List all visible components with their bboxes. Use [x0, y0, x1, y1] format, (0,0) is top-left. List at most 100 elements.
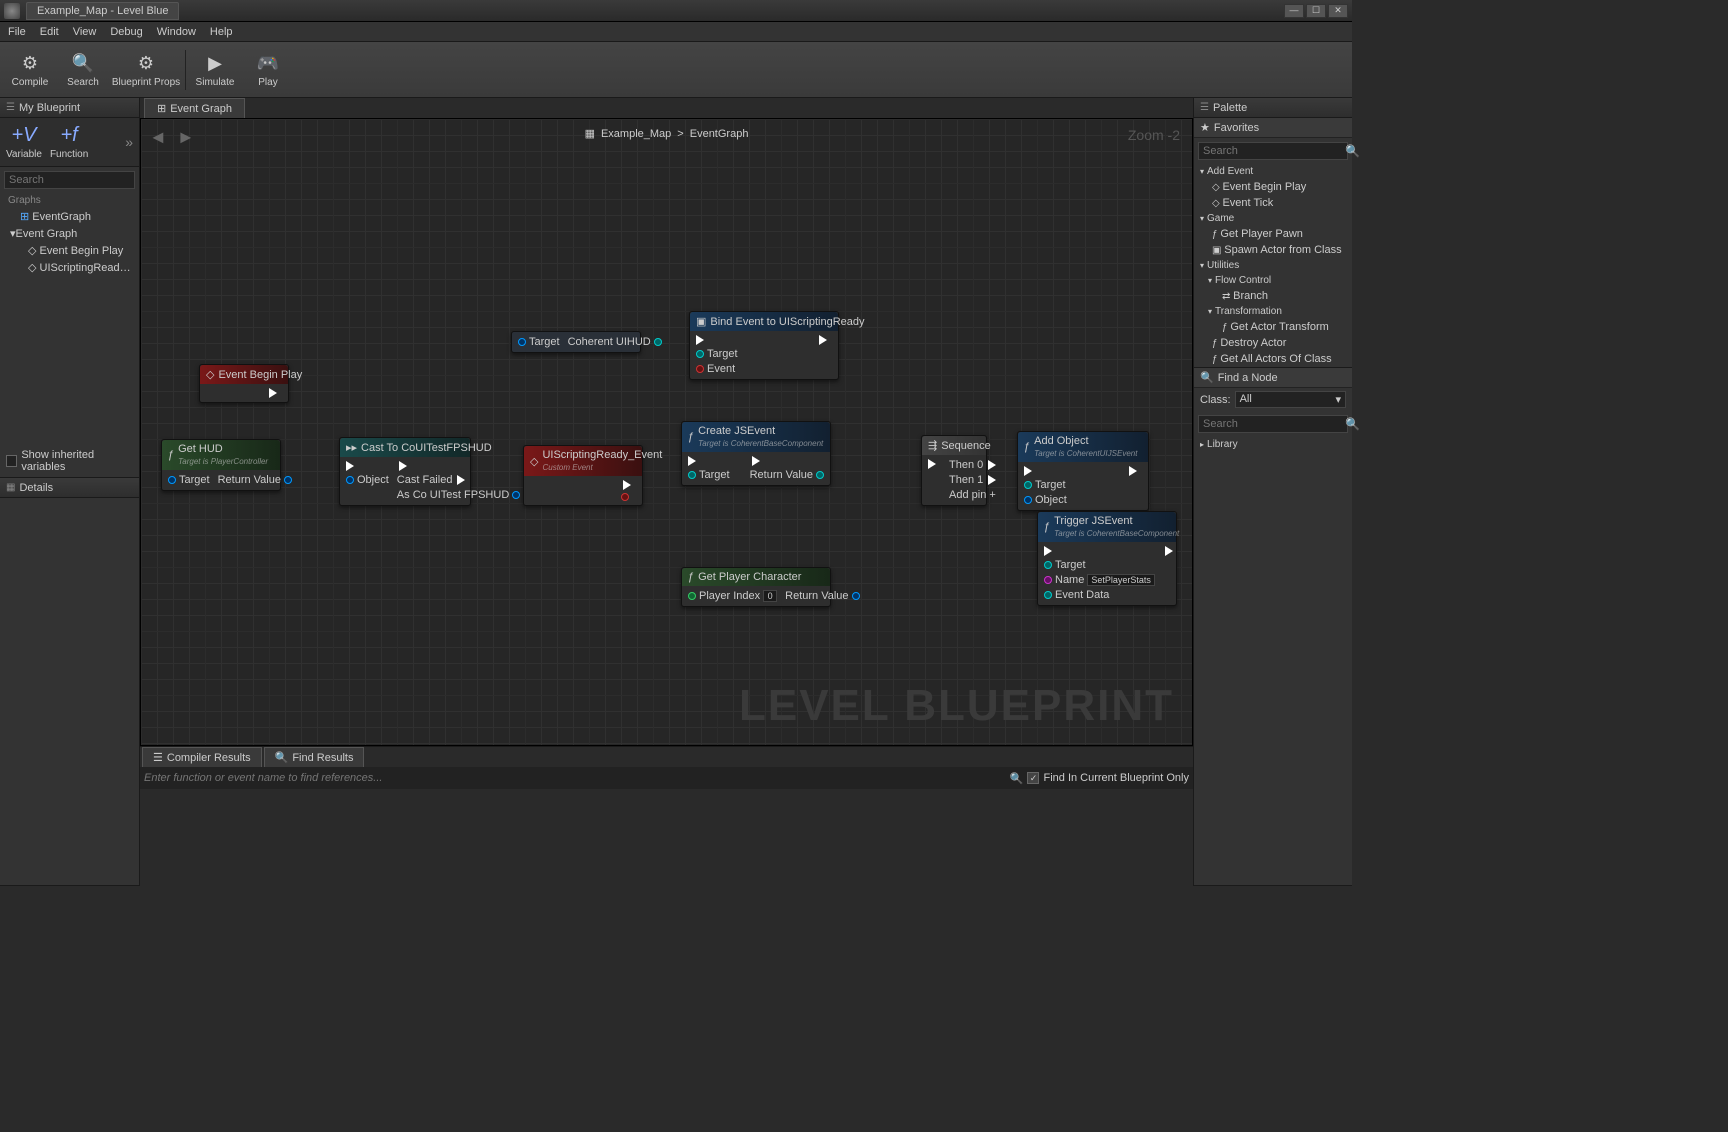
cat-game[interactable]: Game [1194, 211, 1352, 226]
exec-pin-icon[interactable] [988, 460, 1001, 470]
palette-search[interactable]: 🔍 [1198, 142, 1348, 160]
close-button[interactable]: ✕ [1328, 4, 1348, 18]
pin-icon[interactable] [1024, 496, 1032, 504]
pin-icon[interactable] [1044, 591, 1052, 599]
add-pin-button[interactable]: Add pin + [949, 489, 996, 501]
cat-add-event[interactable]: Add Event [1194, 164, 1352, 179]
pin-icon[interactable] [688, 592, 696, 600]
node-trigger-jsevent[interactable]: ƒTrigger JSEventTarget is CoherentBaseCo… [1037, 511, 1177, 606]
exec-pin-icon[interactable] [269, 388, 282, 398]
play-button[interactable]: 🎮 Play [242, 46, 294, 94]
add-function-button[interactable]: +f Function [50, 124, 88, 160]
node-bind-event[interactable]: ▣Bind Event to UIScriptingReady Target E… [689, 311, 839, 380]
pin-icon[interactable] [1044, 561, 1052, 569]
favorites-header[interactable]: ★Favorites [1194, 118, 1352, 138]
search-button[interactable]: 🔍 Search [57, 46, 109, 94]
my-blueprint-title[interactable]: ☰My Blueprint [0, 98, 139, 118]
simulate-button[interactable]: ▶ Simulate [189, 46, 241, 94]
window-tab[interactable]: Example_Map - Level Blue [26, 2, 179, 20]
find-input[interactable] [144, 772, 1006, 784]
item-destroy-actor[interactable]: ƒ Destroy Actor [1194, 335, 1352, 351]
node-get-player-character[interactable]: ƒGet Player Character Player Index0 Retu… [681, 567, 831, 607]
cat-flow-control[interactable]: Flow Control [1194, 273, 1352, 288]
pin-icon[interactable] [852, 592, 860, 600]
pin-icon[interactable] [512, 491, 520, 499]
my-blueprint-search[interactable]: 🔍 [4, 171, 135, 189]
exec-pin-icon[interactable] [457, 475, 470, 485]
item-get-actor-transform[interactable]: ƒ Get Actor Transform [1194, 319, 1352, 335]
find-results-tab[interactable]: 🔍Find Results [264, 747, 365, 767]
node-add-object[interactable]: ƒAdd ObjectTarget is CoherentUIJSEvent T… [1017, 431, 1149, 511]
compiler-results-tab[interactable]: ☰Compiler Results [142, 747, 262, 767]
node-create-jsevent[interactable]: ƒCreate JSEventTarget is CoherentBaseCom… [681, 421, 831, 486]
minimize-button[interactable]: — [1284, 4, 1304, 18]
pin-icon[interactable] [696, 350, 704, 358]
menu-edit[interactable]: Edit [40, 26, 59, 38]
cat-utilities[interactable]: Utilities [1194, 258, 1352, 273]
pin-icon[interactable] [654, 338, 662, 346]
nav-back-icon[interactable]: ◄ [149, 127, 167, 148]
tree-event-begin-play[interactable]: ◇ Event Begin Play [0, 242, 139, 259]
exec-pin-icon[interactable] [1024, 466, 1037, 476]
item-get-player-pawn[interactable]: ƒ Get Player Pawn [1194, 226, 1352, 242]
blueprint-props-button[interactable]: ⚙ Blueprint Props [110, 46, 182, 94]
exec-pin-icon[interactable] [819, 335, 832, 345]
search-input[interactable] [9, 174, 151, 186]
name-input[interactable]: SetPlayerStats [1087, 574, 1155, 586]
details-title[interactable]: ▦Details [0, 478, 139, 498]
pin-icon[interactable] [284, 476, 292, 484]
pin-icon[interactable] [1024, 481, 1032, 489]
breadcrumb-graph[interactable]: EventGraph [690, 128, 749, 140]
exec-pin-icon[interactable] [1165, 546, 1178, 556]
exec-pin-icon[interactable] [752, 456, 765, 466]
pin-icon[interactable] [816, 471, 824, 479]
menu-debug[interactable]: Debug [110, 26, 142, 38]
find-in-current-checkbox[interactable]: Find In Current Blueprint Only [1027, 772, 1189, 784]
exec-pin-icon[interactable] [623, 480, 636, 490]
item-spawn-actor[interactable]: ▣ Spawn Actor from Class [1194, 242, 1352, 258]
search-input[interactable] [1203, 418, 1345, 430]
node-event-begin-play[interactable]: ◇Event Begin Play [199, 364, 289, 403]
exec-pin-icon[interactable] [688, 456, 701, 466]
maximize-button[interactable]: ☐ [1306, 4, 1326, 18]
menu-help[interactable]: Help [210, 26, 233, 38]
node-sequence[interactable]: ⇶Sequence Then 0 Then 1 Add pin + [921, 435, 987, 506]
exec-pin-icon[interactable] [928, 459, 941, 469]
node-coherent-uihud[interactable]: Target Coherent UIHUD [511, 331, 641, 353]
tree-uiscriptingready[interactable]: ◇ UIScriptingReady_ [0, 259, 139, 276]
node-cast-to[interactable]: ▸▸Cast To CoUITestFPSHUD Object Cast Fai… [339, 437, 471, 506]
pin-icon[interactable] [688, 471, 696, 479]
menu-file[interactable]: File [8, 26, 26, 38]
exec-pin-icon[interactable] [696, 335, 709, 345]
breadcrumb-map[interactable]: Example_Map [601, 128, 671, 140]
item-event-begin-play[interactable]: ◇ Event Begin Play [1194, 179, 1352, 195]
exec-pin-icon[interactable] [1044, 546, 1057, 556]
pin-icon[interactable] [168, 476, 176, 484]
find-node-header[interactable]: 🔍Find a Node [1194, 368, 1352, 388]
event-graph-canvas[interactable]: ◄ ► ▦ Example_Map > EventGraph Zoom -2 L… [140, 118, 1193, 746]
exec-pin-icon[interactable] [1129, 466, 1142, 476]
exec-pin-icon[interactable] [346, 461, 359, 471]
nav-forward-icon[interactable]: ► [177, 127, 195, 148]
item-event-tick[interactable]: ◇ Event Tick [1194, 195, 1352, 211]
cat-library[interactable]: Library [1194, 437, 1352, 452]
pin-icon[interactable] [621, 493, 629, 501]
search-input[interactable] [1203, 145, 1345, 157]
exec-pin-icon[interactable] [988, 475, 1001, 485]
player-index-value[interactable]: 0 [763, 590, 777, 602]
add-variable-button[interactable]: +V Variable [6, 124, 42, 160]
compile-button[interactable]: ⚙ Compile [4, 46, 56, 94]
menu-view[interactable]: View [73, 26, 97, 38]
exec-pin-icon[interactable] [399, 461, 412, 471]
show-inherited-checkbox[interactable]: Show inherited variables [0, 445, 139, 477]
tree-eventgraph[interactable]: ⊞ EventGraph [0, 208, 139, 225]
pin-icon[interactable] [346, 476, 354, 484]
node-uiscripting-event[interactable]: ◇UIScriptingReady_EventCustom Event [523, 445, 643, 506]
node-search[interactable]: 🔍 [1198, 415, 1348, 433]
node-get-hud[interactable]: ƒGet HUDTarget is PlayerController Targe… [161, 439, 281, 491]
palette-title[interactable]: ☰Palette [1194, 98, 1352, 118]
event-graph-tab[interactable]: ⊞Event Graph [144, 98, 245, 118]
pin-icon[interactable] [1044, 576, 1052, 584]
item-branch[interactable]: ⇄ Branch [1194, 288, 1352, 304]
pin-icon[interactable] [696, 365, 704, 373]
